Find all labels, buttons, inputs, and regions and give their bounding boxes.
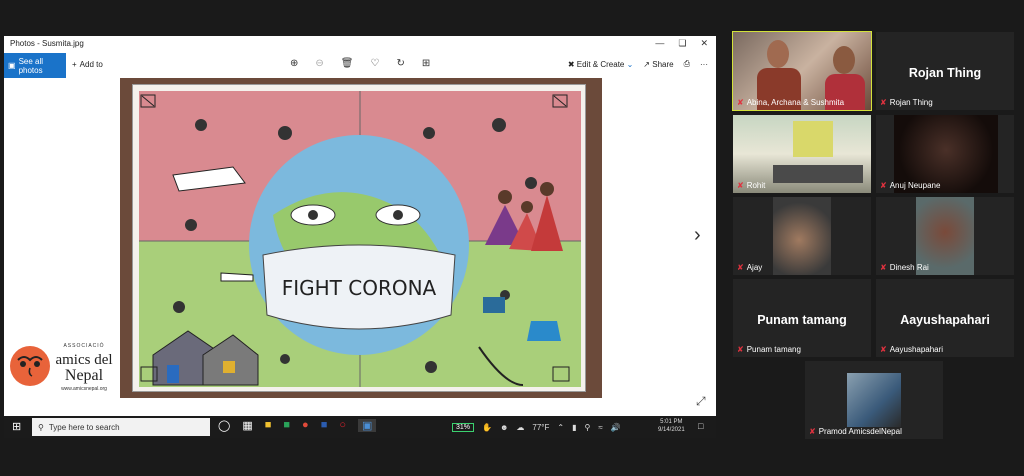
minimize-icon[interactable]: — [655,38,664,49]
photos-taskbar-icon[interactable]: ▣ [358,419,377,432]
svg-text:Nepal: Nepal [65,367,104,384]
participant-display-name: Rojan Thing [908,66,982,80]
rotate-icon[interactable]: ↻ [396,58,404,69]
delete-icon[interactable]: 🗑 [341,58,354,69]
fight-corona-drawing: FIGHT CORONA [139,91,581,387]
windows-start-icon[interactable]: ⊞ [12,420,21,433]
weather-icon[interactable]: ☁ [516,423,524,432]
muted-mic-icon: ✘ [737,181,744,190]
close-icon[interactable]: ✕ [700,38,708,49]
participant-video [847,373,901,427]
next-photo-chevron-icon[interactable]: › [694,224,701,247]
photos-toolbar: ▣ See all photos + Add to ⊕ ⊖ 🗑 ♡ ↻ ⊞ ✖ … [4,53,716,78]
search-icon: ⚲ [38,422,44,432]
muted-mic-icon: ✘ [880,98,887,107]
file-explorer-icon[interactable]: ■ [265,419,272,432]
zoom-meeting-window: Photos - Susmita.jpg — ❏ ✕ ▣ See all pho… [0,0,1024,476]
participant-tile[interactable]: ✘ Abina, Archana & Sushmita [732,31,872,111]
window-title: Photos - Susmita.jpg [10,39,84,48]
share-button[interactable]: ↗ Share [643,60,673,69]
chevron-down-icon: ⌄ [626,59,634,69]
mic-tray-icon[interactable]: ⚲ [585,423,591,432]
word-icon[interactable]: ■ [321,419,328,432]
touch-icon[interactable]: ✋ [482,423,492,432]
edit-create-button[interactable]: ✖ Edit & Create ⌄ [568,60,633,69]
svg-text:amics del: amics del [55,352,112,368]
fullscreen-icon[interactable]: ⤢ [696,394,706,409]
muted-mic-icon: ✘ [880,345,887,354]
people-icon[interactable]: ☻ [500,423,508,432]
muted-mic-icon: ✘ [737,263,744,272]
add-to-button[interactable]: + Add to [72,60,103,69]
taskbar-search-box[interactable]: ⚲ Type here to search [32,418,210,436]
muted-mic-icon: ✘ [737,98,744,107]
muted-mic-icon: ✘ [809,427,816,436]
participant-tile[interactable]: ✘ Anuj Neupane [876,115,1014,193]
battery-indicator[interactable]: 31% [452,422,475,432]
participant-tile[interactable]: Punam tamang ✘ Punam tamang [733,279,871,357]
edit-icon: ✖ [567,59,575,69]
participant-video [773,197,831,275]
participant-tile[interactable]: ✘ Rohit [733,115,871,193]
muted-mic-icon: ✘ [737,345,744,354]
shared-screen: Photos - Susmita.jpg — ❏ ✕ ▣ See all pho… [4,36,716,438]
volume-icon[interactable]: 🔊 [611,423,621,432]
participant-tile[interactable]: ✘ Ajay [733,197,871,275]
tray-up-icon[interactable]: ⌃ [557,423,564,432]
chrome-icon[interactable]: ● [302,419,309,432]
zoom-in-icon[interactable]: ⊕ [290,58,298,69]
weather-temp[interactable]: 77°F [532,423,549,432]
print-icon[interactable]: ⎙ [684,59,690,69]
participant-display-name: Aayushapahari [900,313,990,327]
cortana-icon[interactable]: ◯ [218,419,230,432]
maximize-icon[interactable]: ❏ [678,38,686,49]
zoom-out-icon[interactable]: ⊖ [315,58,323,69]
excel-icon[interactable]: ■ [283,419,290,432]
svg-text:FIGHT CORONA: FIGHT CORONA [282,276,437,300]
share-icon: ↗ [643,59,650,69]
participant-tile[interactable]: Aayushapahari ✘ Aayushapahari [876,279,1014,357]
amics-del-nepal-logo: ASSOCIACIÓ amics del Nepal www.amicsnepa… [8,338,120,394]
crop-icon[interactable]: ⊞ [422,58,430,69]
participant-tile[interactable]: Rojan Thing ✘ Rojan Thing [876,32,1014,110]
notifications-icon[interactable]: □ [698,421,703,431]
photos-icon: ▣ [8,61,16,70]
battery-icon[interactable]: ▮ [572,423,576,432]
participant-tile[interactable]: ✘ Pramod AmicsdelNepal [805,361,943,439]
photos-titlebar: Photos - Susmita.jpg — ❏ ✕ [4,36,716,53]
muted-mic-icon: ✘ [880,263,887,272]
participant-tile[interactable]: ✘ Dinesh Rai [876,197,1014,275]
plus-icon: + [72,60,77,69]
more-button[interactable]: ··· [700,60,708,69]
participant-display-name: Punam tamang [757,313,847,327]
muted-mic-icon: ✘ [880,181,887,190]
svg-text:ASSOCIACIÓ: ASSOCIACIÓ [63,342,104,349]
svg-text:www.amicsnepal.org: www.amicsnepal.org [61,386,107,392]
see-all-photos-button[interactable]: ▣ See all photos [4,53,66,78]
opera-icon[interactable]: ○ [339,419,346,432]
windows-taskbar: ⊞ ⚲ Type here to search ◯ ▦ ■ ■ ● ■ ○ ▣ … [4,416,716,438]
taskbar-clock[interactable]: 5:01 PM 9/14/2021 [658,418,685,434]
favorite-icon[interactable]: ♡ [370,58,379,69]
wifi-icon[interactable]: ≈ [598,423,602,432]
drawing-paper: FIGHT CORONA [132,84,586,392]
task-view-icon[interactable]: ▦ [242,419,252,432]
displayed-photo: FIGHT CORONA [120,78,602,398]
